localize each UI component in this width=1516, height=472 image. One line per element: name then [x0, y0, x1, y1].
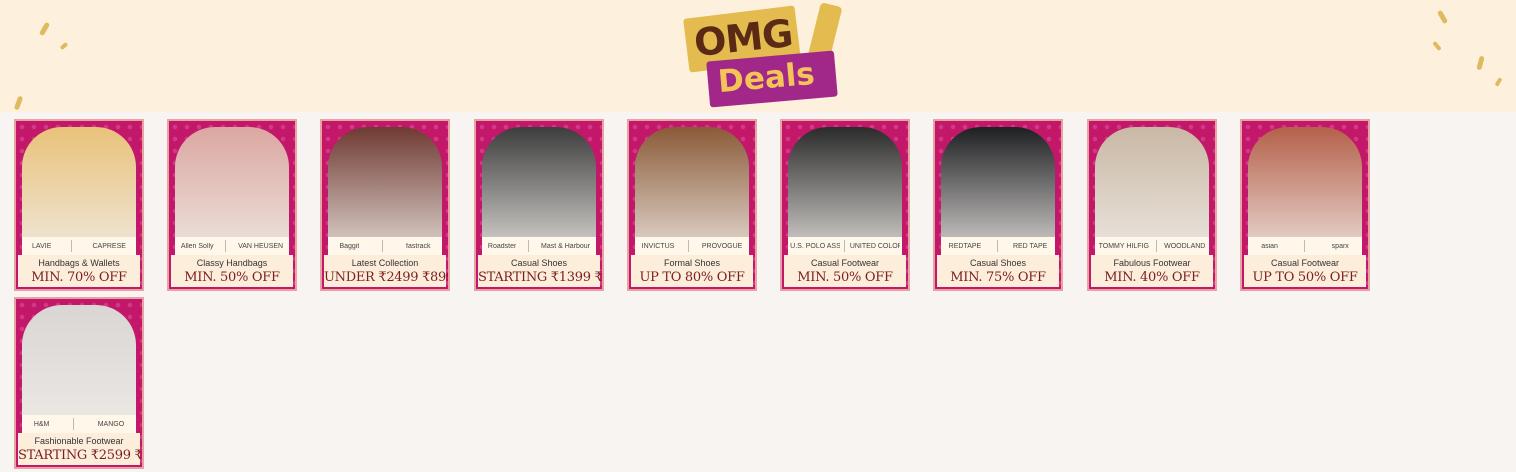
category-label: Formal Shoes [663, 258, 721, 268]
brand-logos: U.S. POLO ASSN. UNITED COLORS OF BENETTON [788, 237, 902, 255]
product-image[interactable] [1248, 127, 1362, 239]
offer-text: UNDER ₹2499 ₹899 [324, 270, 450, 285]
deal-card[interactable]: Allen Solly VAN HEUSEN Classy Handbags MIN.… [167, 119, 297, 291]
offer-text: UP TO 50% OFF [1252, 270, 1358, 285]
brand-logos: asian sparx [1248, 237, 1362, 255]
category-label: Fashionable Footwear [34, 436, 124, 446]
brand-logo-left: H&M [33, 420, 50, 428]
confetti-decoration [1436, 9, 1449, 25]
brand-logo-left: LAVIE [32, 242, 52, 250]
brand-logos: Allen Solly VAN HEUSEN [175, 237, 289, 255]
brand-logo-right: RED TAPE [1012, 242, 1048, 250]
category-label: Latest Collection [351, 258, 419, 268]
category-label: Casual Shoes [510, 258, 568, 268]
deal-info: Classy Handbags MIN. 50% OFF [171, 255, 293, 287]
deal-info: Fabulous Footwear MIN. 40% OFF [1091, 255, 1213, 287]
brand-divider [528, 240, 530, 252]
brand-logo-right: WOODLAND [1164, 242, 1206, 250]
deal-info: Fashionable Footwear STARTING ₹2599 ₹899 [18, 433, 143, 465]
deal-card[interactable]: H&M MANGO Fashionable Footwear STARTING ₹25… [14, 297, 144, 469]
product-image[interactable] [482, 127, 596, 239]
brand-logo-right: VAN HEUSEN [238, 242, 284, 250]
brand-logo-left: Allen Solly [180, 242, 214, 250]
omg-deals-logo[interactable]: OMG Deals [678, 2, 848, 108]
brand-logo-right: CAPRESE [92, 242, 126, 250]
brand-logo-left: Roadster [487, 242, 517, 250]
category-label: Casual Footwear [810, 258, 880, 268]
product-image[interactable] [22, 127, 136, 239]
product-image[interactable] [22, 305, 136, 417]
brand-logos: TOMMY HILFIGER WOODLAND [1095, 237, 1209, 255]
brand-divider [225, 240, 227, 252]
brand-logo-left: U.S. POLO ASSN. [790, 242, 840, 250]
brand-logos: Roadster Mast & Harbour [482, 237, 596, 255]
offer-text: MIN. 75% OFF [950, 270, 1046, 285]
confetti-decoration [1432, 40, 1442, 52]
product-image[interactable] [328, 127, 442, 239]
offer-text: STARTING ₹1399 ₹499 [478, 270, 603, 285]
offer-text: MIN. 50% OFF [797, 270, 893, 285]
brand-logo-right: sparx [1331, 242, 1349, 250]
confetti-decoration [1476, 55, 1485, 71]
deal-card[interactable]: REDTAPE RED TAPE Casual Shoes MIN. 75% OFF [933, 119, 1063, 291]
brand-logo-left: INVICTUS [641, 242, 675, 250]
brand-logo-left: asian [1261, 242, 1278, 250]
deal-info: Casual Shoes MIN. 75% OFF [937, 255, 1059, 287]
deal-card[interactable]: LAVIE CAPRESE Handbags & Wallets MIN. 70% O… [14, 119, 144, 291]
brand-logo-right: MANGO [97, 420, 125, 428]
product-image[interactable] [1095, 127, 1209, 239]
product-image[interactable] [175, 127, 289, 239]
brand-divider [1304, 240, 1306, 252]
deal-card[interactable]: U.S. POLO ASSN. UNITED COLORS OF BENETTON… [780, 119, 910, 291]
brand-divider [1155, 240, 1157, 252]
category-label: Casual Shoes [969, 258, 1027, 268]
deal-card[interactable]: INVICTUS PROVOGUE Formal Shoes UP TO 80% OF… [627, 119, 757, 291]
offer-text: MIN. 70% OFF [31, 270, 127, 285]
confetti-decoration [1494, 77, 1503, 87]
omg-deals-banner: OMG Deals [0, 0, 1516, 112]
brand-logo-left: Baggit [339, 242, 360, 250]
deal-info: Casual Footwear MIN. 50% OFF [784, 255, 906, 287]
confetti-decoration [59, 41, 69, 51]
deal-card[interactable]: TOMMY HILFIGER WOODLAND Fabulous Footwear M… [1087, 119, 1217, 291]
category-label: Fabulous Footwear [1113, 258, 1191, 268]
brand-logo-right: PROVOGUE [701, 242, 743, 250]
brand-logos: INVICTUS PROVOGUE [635, 237, 749, 255]
brand-logo-left: TOMMY HILFIGER [1098, 242, 1149, 250]
product-image[interactable] [635, 127, 749, 239]
deal-card[interactable]: Baggit fastrack Latest Collection UNDER ₹24… [320, 119, 450, 291]
brand-logo-right: fastrack [406, 242, 431, 250]
category-label: Classy Handbags [196, 258, 268, 268]
brand-logos: LAVIE CAPRESE [22, 237, 136, 255]
category-label: Casual Footwear [1270, 258, 1340, 268]
category-label: Handbags & Wallets [38, 258, 120, 268]
brand-divider [71, 240, 73, 252]
offer-text: STARTING ₹2599 ₹899 [18, 448, 143, 463]
deal-info: Latest Collection UNDER ₹2499 ₹899 [324, 255, 450, 287]
brand-divider [73, 418, 75, 430]
deal-info: Casual Shoes STARTING ₹1399 ₹499 [478, 255, 603, 287]
brand-logos: Baggit fastrack [328, 237, 442, 255]
confetti-decoration [13, 95, 24, 111]
brand-logo-right: UNITED COLORS OF BENETTON [849, 242, 900, 250]
brand-logo-right: Mast & Harbour [541, 242, 591, 250]
deal-card[interactable]: asian sparx Casual Footwear UP TO 50% OFF [1240, 119, 1370, 291]
offer-text: UP TO 80% OFF [639, 270, 745, 285]
brand-logos: H&M MANGO [22, 415, 136, 433]
brand-logo-left: REDTAPE [948, 242, 982, 250]
confetti-decoration [38, 21, 51, 37]
brand-divider [996, 240, 998, 252]
offer-text: MIN. 50% OFF [184, 270, 280, 285]
brand-divider [844, 240, 846, 252]
product-image[interactable] [788, 127, 902, 239]
deal-info: Handbags & Wallets MIN. 70% OFF [18, 255, 140, 287]
brand-logos: REDTAPE RED TAPE [941, 237, 1055, 255]
product-image[interactable] [941, 127, 1055, 239]
deal-card[interactable]: Roadster Mast & Harbour Casual Shoes STARTI… [474, 119, 604, 291]
offer-text: MIN. 40% OFF [1104, 270, 1200, 285]
brand-divider [687, 240, 689, 252]
deal-info: Casual Footwear UP TO 50% OFF [1244, 255, 1366, 287]
deal-info: Formal Shoes UP TO 80% OFF [631, 255, 753, 287]
brand-divider [382, 240, 384, 252]
